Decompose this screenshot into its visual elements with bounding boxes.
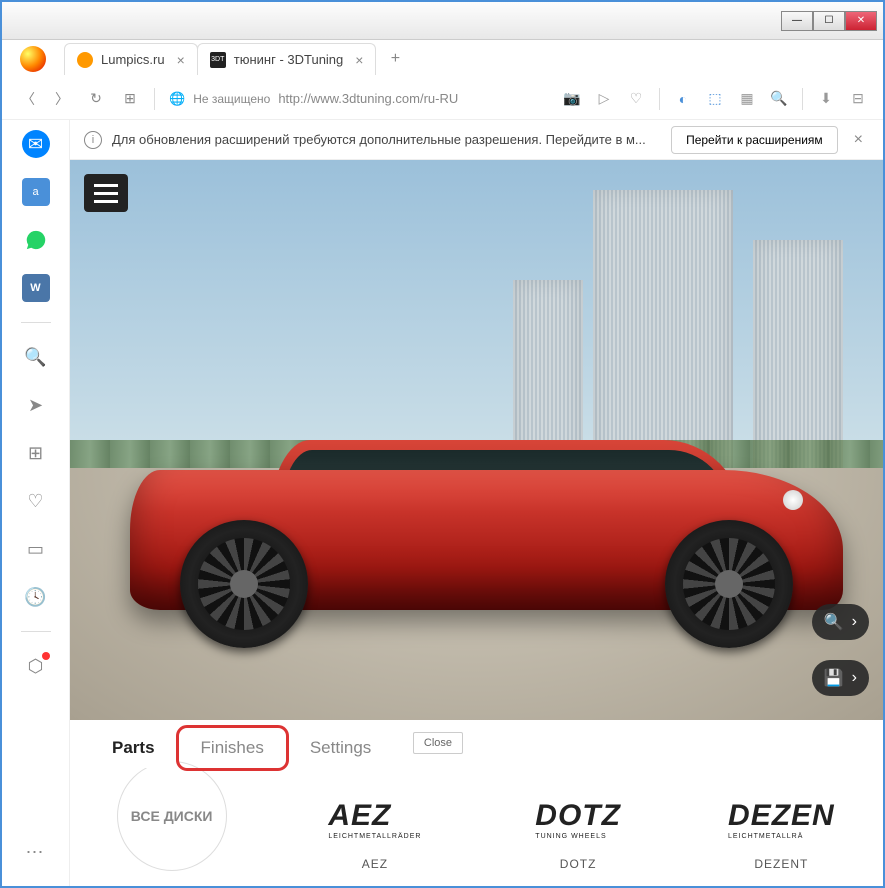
play-icon[interactable]: ▷ (595, 90, 613, 108)
translate-sidebar-icon[interactable]: a (22, 178, 50, 206)
car-viewport[interactable]: + 3DT 🔍 › 💾 › (70, 160, 883, 720)
brand-list: ВСЕ ДИСКИ AEZLEICHTMETALLRÄDER AEZ DOTZT… (70, 776, 883, 886)
page-content: i Для обновления расширений требуются до… (70, 120, 883, 886)
panel-tabs: Parts Finishes Settings Close (70, 720, 883, 776)
brand-logo: AEZLEICHTMETALLRÄDER (328, 791, 421, 847)
send-icon[interactable]: ➤ (22, 391, 50, 419)
close-panel-button[interactable]: Close (413, 732, 463, 754)
whatsapp-icon[interactable] (22, 226, 50, 254)
speed-dial-icon[interactable]: ⊞ (120, 89, 140, 109)
url-field[interactable]: 🌐 Не защищено http://www.3dtuning.com/ru… (169, 91, 549, 107)
separator (154, 88, 155, 110)
favicon-icon: 3DT (210, 52, 226, 68)
search-ext-icon[interactable]: 🔍 (770, 90, 788, 108)
address-bar: 〈 〉 ↻ ⊞ 🌐 Не защищено http://www.3dtunin… (2, 78, 883, 120)
brand-name: AEZ (362, 857, 388, 871)
new-tab-button[interactable]: + (382, 46, 408, 72)
more-icon[interactable]: ⋯ (22, 838, 50, 866)
brand-all-wheels[interactable]: ВСЕ ДИСКИ (90, 791, 253, 871)
extensions-sidebar-icon[interactable]: ⬡ (22, 652, 50, 680)
search-sidebar-icon[interactable]: 🔍 (22, 343, 50, 371)
heart-sidebar-icon[interactable]: ♡ (22, 487, 50, 515)
separator (659, 88, 660, 110)
window-controls: — ☐ ✕ (2, 2, 883, 40)
back-button[interactable]: 〈 (18, 89, 38, 109)
front-wheel[interactable] (665, 520, 793, 648)
notification-bar: i Для обновления расширений требуются до… (70, 120, 883, 160)
parts-panel: Parts Finishes Settings Close ВСЕ ДИСКИ … (70, 720, 883, 886)
separator (21, 322, 51, 323)
favicon-icon (77, 52, 93, 68)
close-tab-icon[interactable]: × (355, 52, 363, 68)
brand-item-aez[interactable]: AEZLEICHTMETALLRÄDER AEZ (293, 791, 456, 871)
window-close-button[interactable]: ✕ (845, 11, 877, 31)
translate-icon[interactable]: ⬚ (706, 90, 724, 108)
brand-logo: DOTZTUNING WHEELS (535, 791, 621, 847)
address-actions: 📷 ▷ ♡ ◐ ⬚ ▦ 🔍 ⬇ ⊟ (563, 88, 867, 110)
menu-button[interactable] (84, 174, 128, 212)
globe-icon: 🌐 (169, 91, 185, 107)
browser-tab[interactable]: Lumpics.ru × (64, 43, 198, 75)
url-text: http://www.3dtuning.com/ru-RU (278, 91, 458, 106)
tab-title: тюнинг - 3DTuning (234, 52, 344, 67)
easy-setup-icon[interactable]: ⊟ (849, 90, 867, 108)
browser-tab-bar: Lumpics.ru × 3DT тюнинг - 3DTuning × + (2, 40, 883, 78)
close-notification-icon[interactable]: × (848, 131, 869, 149)
minimize-button[interactable]: — (781, 11, 813, 31)
rear-wheel[interactable] (180, 520, 308, 648)
tab-parts[interactable]: Parts (90, 728, 177, 768)
download-icon[interactable]: ⬇ (817, 90, 835, 108)
tab-finishes[interactable]: Finishes (179, 728, 286, 768)
brand-item-dezent[interactable]: DEZENLEICHTMETALLRÄ DEZENT (700, 791, 863, 871)
tab-settings[interactable]: Settings (288, 728, 393, 768)
car-model[interactable]: 3DT (110, 420, 863, 660)
brand-item-dotz[interactable]: DOTZTUNING WHEELS DOTZ (497, 791, 660, 871)
save-control[interactable]: 💾 › (812, 660, 869, 696)
close-tab-icon[interactable]: × (177, 52, 185, 68)
save-icon: 💾 (824, 668, 844, 688)
history-icon[interactable]: 🕓 (22, 583, 50, 611)
notification-text: Для обновления расширений требуются допо… (112, 132, 661, 147)
maximize-button[interactable]: ☐ (813, 11, 845, 31)
shield-icon[interactable]: ◐ (674, 90, 692, 108)
browser-tab[interactable]: 3DT тюнинг - 3DTuning × (197, 43, 377, 75)
zoom-control[interactable]: 🔍 › (812, 604, 869, 640)
reload-button[interactable]: ↻ (86, 89, 106, 109)
all-wheels-circle: ВСЕ ДИСКИ (117, 761, 227, 871)
opera-logo-icon[interactable] (20, 46, 46, 72)
chevron-right-icon: › (852, 613, 857, 631)
news-icon[interactable]: ▭ (22, 535, 50, 563)
brand-name: DOTZ (560, 857, 597, 871)
security-label: Не защищено (193, 92, 270, 106)
separator (21, 631, 51, 632)
fuel-cap (783, 490, 803, 510)
brand-logo: DEZENLEICHTMETALLRÄ (728, 791, 835, 847)
vk-icon[interactable]: W (22, 274, 50, 302)
forward-button[interactable]: 〉 (52, 89, 72, 109)
chevron-right-icon: › (852, 669, 857, 687)
opera-sidebar: ✉ a W 🔍 ➤ ⊞ ♡ ▭ 🕓 ⬡ ⋯ (2, 120, 70, 886)
speed-dial-sidebar-icon[interactable]: ⊞ (22, 439, 50, 467)
messenger-icon[interactable]: ✉ (22, 130, 50, 158)
brand-name: DEZENT (754, 857, 808, 871)
separator (802, 88, 803, 110)
heart-icon[interactable]: ♡ (627, 90, 645, 108)
extension-icon[interactable]: ▦ (738, 90, 756, 108)
tab-title: Lumpics.ru (101, 52, 165, 67)
zoom-in-icon: 🔍 (824, 612, 844, 632)
camera-icon[interactable]: 📷 (563, 90, 581, 108)
info-icon: i (84, 131, 102, 149)
go-to-extensions-button[interactable]: Перейти к расширениям (671, 126, 838, 154)
